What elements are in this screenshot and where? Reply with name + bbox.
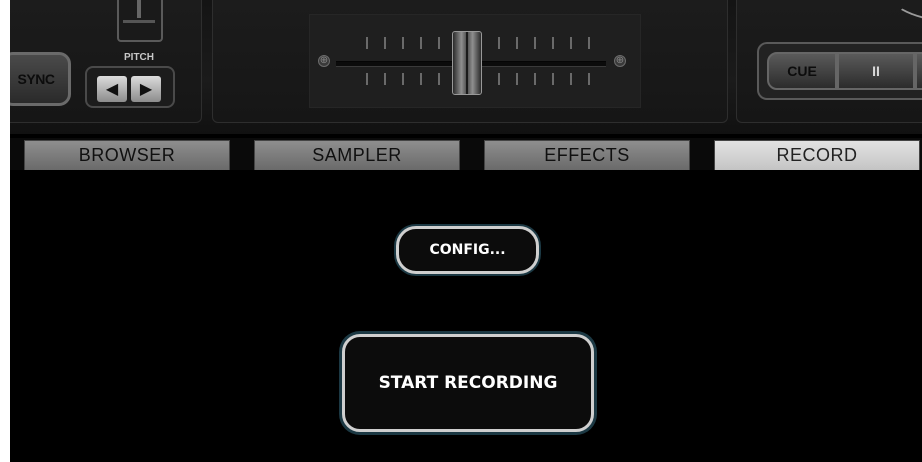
tick-mark: [588, 37, 590, 49]
left-control-panel: SYNC PITCH ◀ ▶: [10, 0, 202, 123]
record-panel-window: SYNC PITCH ◀ ▶ ⊕ ⊕ CUE II BROWSER SAMPLE…: [10, 0, 922, 462]
crossfader-thumb[interactable]: [452, 31, 482, 95]
config-button[interactable]: CONFIG...: [396, 226, 539, 274]
triangle-left-icon: ◀: [105, 81, 119, 98]
right-control-panel: CUE II: [736, 0, 922, 123]
jog-wheel-edge: [887, 0, 922, 24]
tick-mark: [570, 73, 572, 85]
tick-mark: [498, 37, 500, 49]
fader-bar: [123, 20, 155, 23]
tick-mark: [402, 37, 404, 49]
start-recording-button[interactable]: START RECORDING: [342, 334, 594, 432]
tick-mark: [516, 37, 518, 49]
crossfader-panel: ⊕ ⊕: [212, 0, 728, 123]
tick-mark: [402, 73, 404, 85]
tab-record[interactable]: RECORD: [714, 140, 920, 170]
deck-controls: SYNC PITCH ◀ ▶ ⊕ ⊕ CUE II: [10, 0, 922, 134]
tick-mark: [384, 73, 386, 85]
fader-line: [137, 0, 141, 18]
tick-mark: [588, 73, 590, 85]
sync-button[interactable]: SYNC: [10, 52, 71, 106]
transport-controls: CUE II: [757, 42, 922, 100]
tick-mark: [420, 37, 422, 49]
tick-mark: [366, 73, 368, 85]
tick-mark: [534, 37, 536, 49]
tick-mark: [498, 73, 500, 85]
tick-mark: [552, 73, 554, 85]
tick-mark: [516, 73, 518, 85]
pause-button[interactable]: II: [837, 52, 915, 90]
pitch-control: ◀ ▶: [85, 66, 175, 108]
tab-effects[interactable]: EFFECTS: [484, 140, 690, 170]
tick-mark: [438, 73, 440, 85]
crossfader[interactable]: ⊕ ⊕: [309, 14, 641, 108]
crossfader-left-endcap-icon: ⊕: [318, 55, 330, 67]
pitch-up-button[interactable]: ▶: [131, 76, 161, 102]
tick-mark: [366, 37, 368, 49]
tab-browser[interactable]: BROWSER: [24, 140, 230, 170]
tab-sampler[interactable]: SAMPLER: [254, 140, 460, 170]
triangle-right-icon: ▶: [139, 81, 153, 98]
thumb-center-line: [466, 32, 468, 94]
pitch-down-button[interactable]: ◀: [97, 76, 127, 102]
cue-button[interactable]: CUE: [767, 52, 837, 90]
pause-icon: II: [872, 63, 880, 79]
tick-mark: [420, 73, 422, 85]
tick-mark: [384, 37, 386, 49]
tick-mark: [570, 37, 572, 49]
tab-bar: BROWSER SAMPLER EFFECTS RECORD: [10, 138, 922, 170]
tick-mark: [534, 73, 536, 85]
play-button[interactable]: [915, 52, 922, 90]
crossfader-right-endcap-icon: ⊕: [614, 55, 626, 67]
tick-mark: [438, 37, 440, 49]
tick-mark: [552, 37, 554, 49]
pitch-fader-stub[interactable]: [117, 0, 163, 42]
pitch-label: PITCH: [124, 52, 154, 63]
